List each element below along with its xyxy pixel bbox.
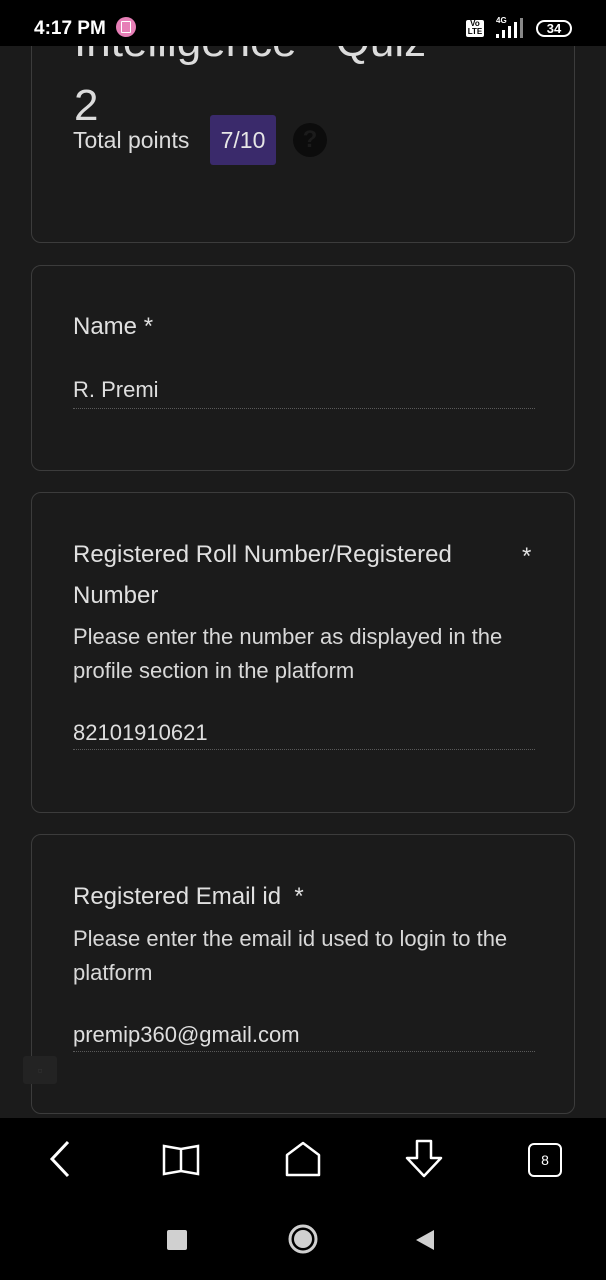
tabs-icon[interactable]: 8: [525, 1140, 565, 1180]
notification-icon: [116, 17, 136, 37]
battery-icon: 34: [536, 20, 572, 37]
help-icon[interactable]: ?: [293, 123, 327, 157]
question-description: Please enter the email id used to login …: [73, 926, 508, 985]
question-card-name: Name * R. Premi: [31, 265, 575, 471]
form-title-continued: 2: [74, 81, 99, 130]
volte-icon: Vo LTE: [466, 19, 484, 37]
question-label: Registered Roll Number/Registered: [73, 541, 452, 568]
total-points-badge: 7/10: [210, 115, 276, 165]
question-label: Name *: [73, 313, 154, 340]
recents-icon[interactable]: [162, 1225, 192, 1255]
answer-underline: [73, 1051, 535, 1052]
back-icon[interactable]: [40, 1138, 80, 1180]
question-label: Registered Email id *: [73, 883, 304, 910]
answer-underline: [73, 749, 535, 750]
answer-underline: [73, 408, 535, 409]
back-triangle-icon[interactable]: [410, 1225, 440, 1255]
answer-text: 82101910621: [73, 720, 208, 745]
total-points-label: Total points: [73, 127, 190, 153]
question-description: Please enter the number as displayed in …: [73, 624, 503, 683]
tabs-count: 8: [528, 1143, 562, 1177]
home-icon[interactable]: [280, 1136, 326, 1182]
navigation-bar: 8: [0, 1118, 606, 1280]
question-card-email: Registered Email id * Please enter the e…: [31, 834, 575, 1114]
bookmarks-icon[interactable]: [158, 1138, 204, 1180]
home-circle-icon[interactable]: [286, 1222, 320, 1256]
status-bar: 4:17 PM Vo LTE 4G 34: [0, 0, 606, 46]
answer-text: R. Premi: [73, 377, 159, 402]
question-card-roll-number: Registered Roll Number/Registered Number…: [31, 492, 575, 813]
signal-icon: [496, 18, 523, 38]
download-icon[interactable]: [401, 1136, 447, 1182]
form-content: Intelligence - Quiz 2 Total points 7/10 …: [0, 0, 606, 1118]
feedback-icon[interactable]: ▫: [23, 1056, 57, 1084]
required-asterisk: *: [522, 543, 532, 570]
question-label-continued: Number: [73, 582, 159, 609]
answer-text: premip360@gmail.com: [73, 1022, 300, 1047]
status-time: 4:17 PM: [34, 18, 106, 39]
